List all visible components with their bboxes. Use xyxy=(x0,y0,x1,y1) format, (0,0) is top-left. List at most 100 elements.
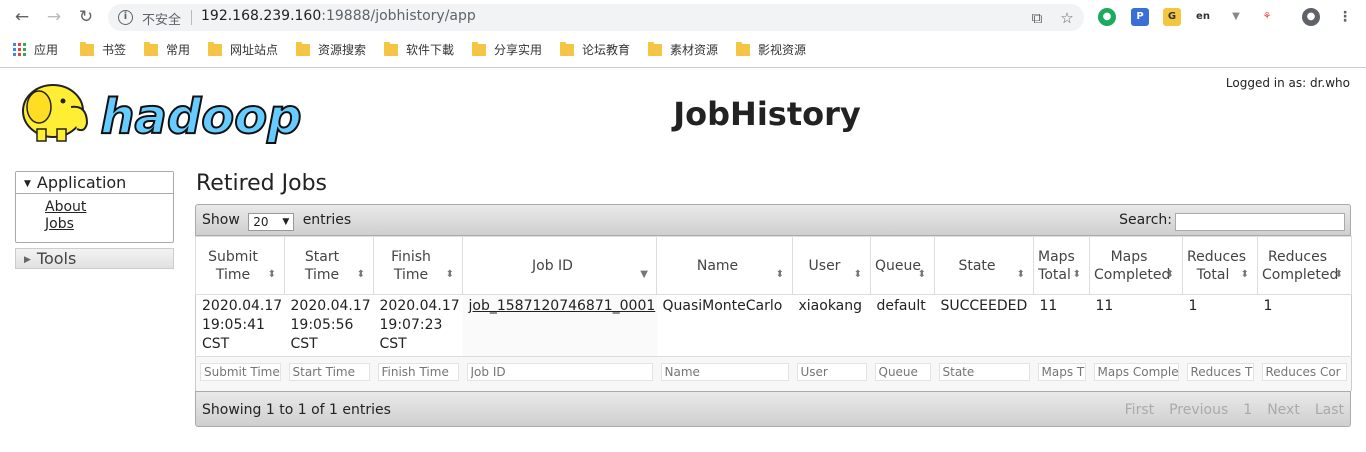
job-id-link[interactable]: job_1587120746871_0001 xyxy=(469,298,656,314)
column-header[interactable]: State ⬍ xyxy=(934,236,1034,295)
nav-application-header[interactable]: ▼ Application xyxy=(16,172,173,194)
column-header[interactable]: Submit Time ⬍ xyxy=(195,236,285,295)
logged-in-label: Logged in as: dr.who xyxy=(1225,76,1350,90)
page-length-control: Show 20 ▼ entries xyxy=(202,212,352,231)
star-icon[interactable]: ☆ xyxy=(1058,9,1076,27)
cell-queue: default xyxy=(870,294,935,357)
search-input[interactable] xyxy=(1175,212,1345,231)
folder-icon xyxy=(472,41,486,56)
extension-p-icon[interactable]: P xyxy=(1131,8,1149,26)
cell-maps-completed: 11 xyxy=(1089,294,1183,357)
sort-icon: ⬍ xyxy=(1240,269,1249,280)
bookmark-item[interactable]: 常用 xyxy=(144,41,190,58)
insecure-label: 不安全 xyxy=(142,13,182,28)
bookmark-item[interactable]: 资源搜索 xyxy=(296,41,366,58)
folder-icon xyxy=(648,41,662,56)
filter-queue[interactable] xyxy=(874,363,931,381)
bookmark-item[interactable]: 论坛教育 xyxy=(560,41,630,58)
apps-icon xyxy=(13,43,26,56)
nav-link-jobs[interactable]: Jobs xyxy=(45,216,173,233)
nav-application-links: About Jobs xyxy=(16,194,173,242)
sort-desc-icon: ▼ xyxy=(640,269,648,280)
translate-icon[interactable]: ⧉ xyxy=(1028,9,1046,27)
cell-start-time: 2020.04.17 19:05:56 CST xyxy=(284,294,374,357)
extension-green-icon[interactable]: ● xyxy=(1098,8,1116,26)
page-length-select[interactable]: 20 ▼ xyxy=(248,213,295,231)
reload-icon[interactable]: ↻ xyxy=(76,7,96,27)
column-header[interactable]: Maps Total ⬍ xyxy=(1033,236,1090,295)
filter-start-time[interactable] xyxy=(288,363,370,381)
back-icon[interactable]: ← xyxy=(12,7,32,27)
column-header[interactable]: User ⬍ xyxy=(792,236,871,295)
cell-reduces-completed: 1 xyxy=(1257,294,1352,357)
bookmark-item[interactable]: 分享实用 xyxy=(472,41,542,58)
pager-next[interactable]: Next xyxy=(1267,402,1300,418)
forward-icon[interactable]: → xyxy=(44,7,64,27)
nav-application-panel: ▼ Application About Jobs xyxy=(15,171,174,243)
cell-job-id: job_1587120746871_0001 xyxy=(462,294,657,357)
jobs-table: Submit Time ⬍ Start Time ⬍ Finish Time ⬍ Jo… xyxy=(195,236,1352,391)
pager-page[interactable]: 1 xyxy=(1243,402,1252,418)
filter-user[interactable] xyxy=(796,363,867,381)
nav-link-about[interactable]: About xyxy=(45,199,173,216)
bookmark-item[interactable]: 软件下載 xyxy=(384,41,454,58)
column-header[interactable]: Finish Time ⬍ xyxy=(373,236,463,295)
sort-icon: ⬍ xyxy=(853,269,862,280)
filter-reduces-completed[interactable] xyxy=(1261,363,1347,381)
table-info: Showing 1 to 1 of 1 entries xyxy=(202,401,391,418)
bookmarks-bar: 应用 书签 常用 网址站点 资源搜索 软件下載 分享实用 论坛教育 素材资源 影… xyxy=(0,36,1366,62)
url-text[interactable]: 192.168.239.160:19888/jobhistory/app xyxy=(201,8,476,24)
filter-finish-time[interactable] xyxy=(377,363,459,381)
extension-en-icon[interactable]: en xyxy=(1194,8,1212,26)
bookmark-item[interactable]: 书签 xyxy=(80,41,126,58)
filter-row xyxy=(195,356,1352,391)
address-bar[interactable]: i 不安全 192.168.239.160:19888/jobhistory/a… xyxy=(108,4,1084,31)
extension-tree-icon[interactable]: ⚘ xyxy=(1258,8,1276,26)
sort-icon: ⬍ xyxy=(267,269,276,280)
filter-job-id[interactable] xyxy=(466,363,653,381)
sort-icon: ⬍ xyxy=(917,269,926,280)
column-header[interactable]: Maps Completed ⬍ xyxy=(1089,236,1183,295)
search-control: Search: xyxy=(1119,212,1345,231)
bookmark-item[interactable]: 影视资源 xyxy=(736,41,806,58)
pager-previous[interactable]: Previous xyxy=(1169,402,1228,418)
table-footer: Showing 1 to 1 of 1 entries First Previo… xyxy=(195,390,1351,427)
section-title: Retired Jobs xyxy=(196,171,328,196)
filter-maps-total[interactable] xyxy=(1037,363,1086,381)
cell-submit-time: 2020.04.17 19:05:41 CST xyxy=(195,294,285,357)
column-header[interactable]: Reduces Total ⬍ xyxy=(1182,236,1258,295)
menu-icon[interactable]: ⋮ xyxy=(1336,8,1354,26)
column-header[interactable]: Start Time ⬍ xyxy=(284,236,374,295)
table-row: 2020.04.17 19:05:41 CST 2020.04.17 19:05… xyxy=(195,294,1352,357)
sort-icon: ⬍ xyxy=(775,269,784,280)
sort-icon: ⬍ xyxy=(1072,269,1081,280)
bookmark-item[interactable]: 网址站点 xyxy=(208,41,278,58)
column-header[interactable]: Name ⬍ xyxy=(656,236,793,295)
browser-toolbar: ← → ↻ i 不安全 192.168.239.160:19888/jobhis… xyxy=(0,0,1366,34)
bookmark-item[interactable]: 素材资源 xyxy=(648,41,718,58)
table-toolbar: Show 20 ▼ entries Search: xyxy=(195,204,1351,236)
nav-tools-header[interactable]: ▶ Tools xyxy=(15,248,174,269)
folder-icon xyxy=(736,41,750,56)
info-icon[interactable]: i xyxy=(118,10,133,25)
column-header[interactable]: Reduces Completed ⬍ xyxy=(1257,236,1352,295)
folder-icon xyxy=(144,41,158,56)
cell-maps-total: 11 xyxy=(1033,294,1090,357)
extension-g-icon[interactable]: G xyxy=(1163,8,1181,26)
bookmark-apps[interactable]: 应用 xyxy=(13,41,58,58)
extension-v-icon[interactable]: ▼ xyxy=(1227,8,1245,26)
filter-submit-time[interactable] xyxy=(200,363,281,381)
page-title: JobHistory xyxy=(673,95,861,133)
divider xyxy=(191,10,192,25)
column-header[interactable]: Queue ⬍ xyxy=(870,236,935,295)
cell-state: SUCCEEDED xyxy=(934,294,1034,357)
filter-state[interactable] xyxy=(938,363,1030,381)
profile-icon[interactable]: ● xyxy=(1302,8,1320,26)
filter-name[interactable] xyxy=(660,363,789,381)
column-header[interactable]: Job ID ▼ xyxy=(462,236,657,295)
pager-last[interactable]: Last xyxy=(1315,402,1344,418)
filter-reduces-total[interactable] xyxy=(1186,363,1254,381)
filter-maps-completed[interactable] xyxy=(1093,363,1179,381)
pager-first[interactable]: First xyxy=(1125,402,1154,418)
cell-name: QuasiMonteCarlo xyxy=(656,294,793,357)
